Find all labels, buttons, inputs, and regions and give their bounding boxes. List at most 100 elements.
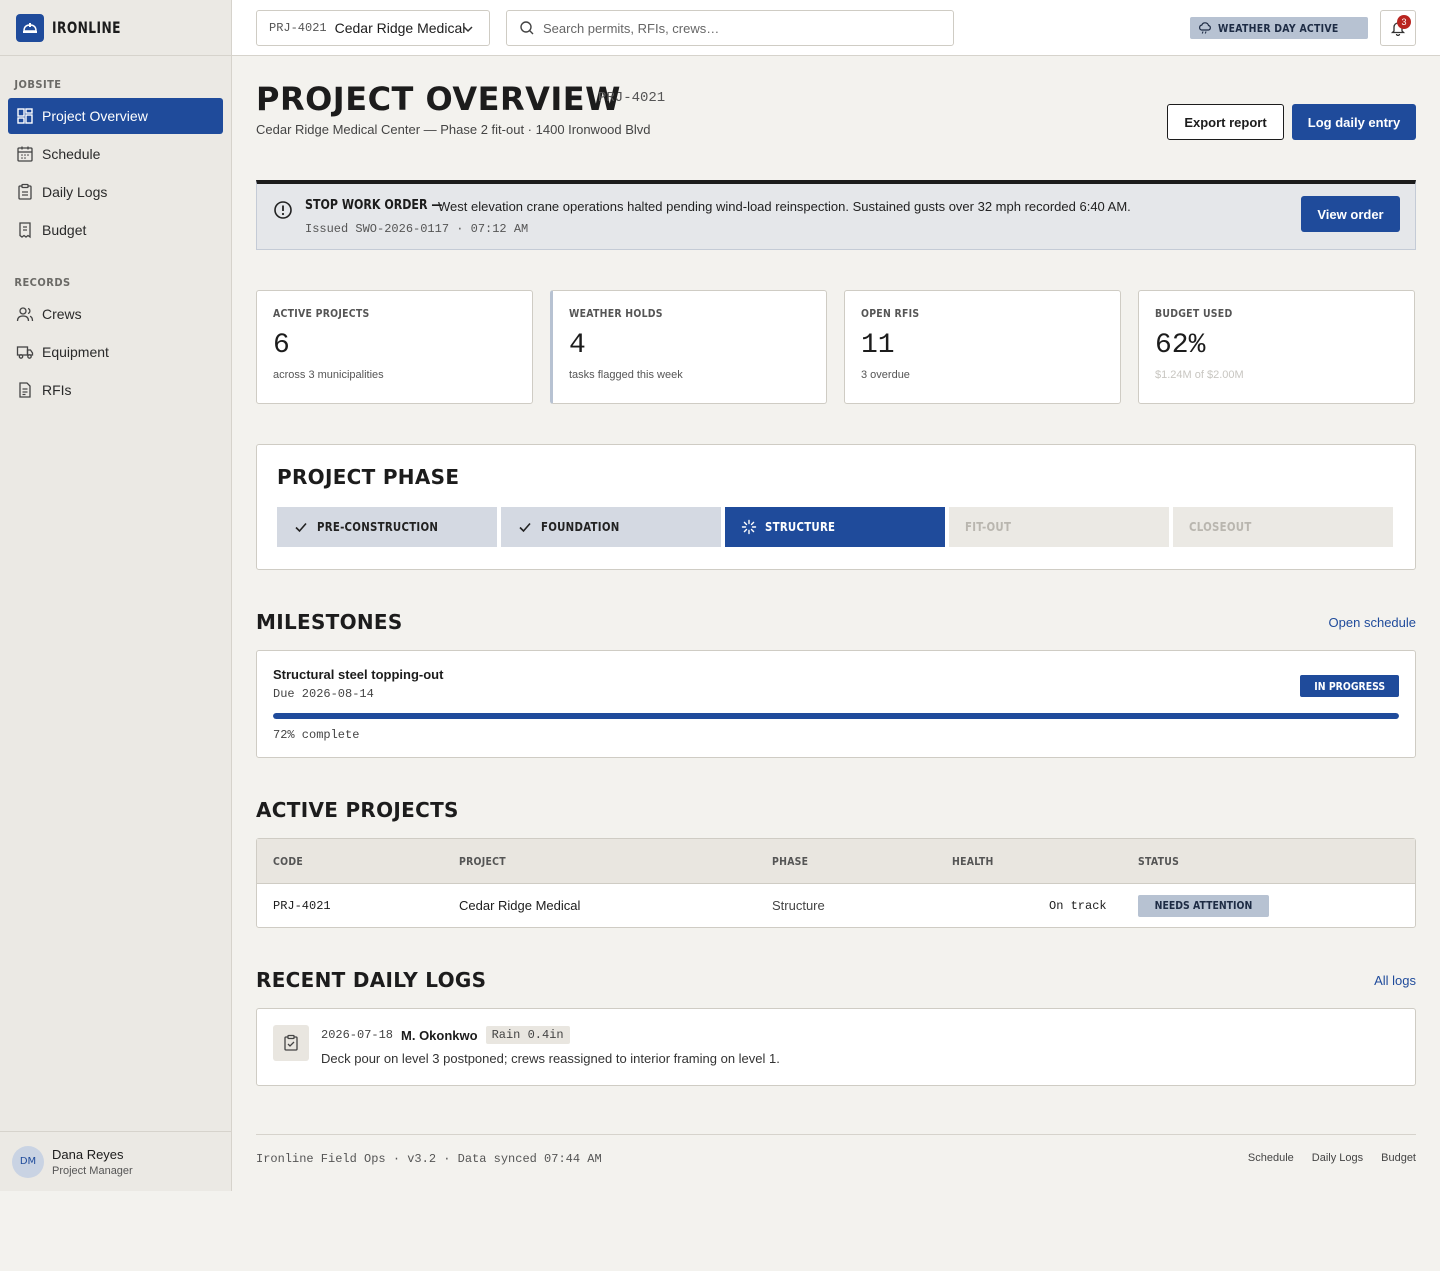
weather-day-label: WEATHER DAY ACTIVE <box>1218 21 1339 35</box>
project-selector[interactable]: PRJ-4021 Cedar Ridge Medical <box>256 10 490 46</box>
active-projects-table: CODE PROJECT PHASE HEALTH STATUS PRJ-402… <box>256 838 1416 928</box>
stat-value: 4 <box>569 330 586 361</box>
milestone-status-label: IN PROGRESS <box>1313 679 1385 693</box>
table-row[interactable]: PRJ-4021 Cedar Ridge Medical Structure O… <box>257 884 1415 927</box>
alert-title: STOP WORK ORDER — <box>305 198 443 213</box>
log-date: 2026-07-18 <box>321 1028 394 1042</box>
log-daily-entry-button[interactable]: Log daily entry <box>1292 104 1416 140</box>
phase-label: FOUNDATION <box>541 520 620 534</box>
sidebar-item-label: Project Overview <box>42 108 148 124</box>
open-schedule-link[interactable]: Open schedule <box>1329 615 1416 630</box>
page-title: PROJECT OVERVIEW <box>256 80 621 118</box>
milestones-header: MILESTONES Open schedule <box>256 610 1416 636</box>
alert-text: West elevation crane operations halted p… <box>438 199 1131 214</box>
project-phase-title: PROJECT PHASE <box>277 465 460 489</box>
phase-label: CLOSEOUT <box>1189 520 1252 534</box>
active-projects-title: ACTIVE PROJECTS <box>256 798 459 822</box>
view-order-button[interactable]: View order <box>1301 196 1400 232</box>
alert-meta: Issued SWO-2026-0117 · 07:12 AM <box>305 222 529 236</box>
cell-health: On track <box>1049 898 1107 913</box>
milestone-due: Due 2026-08-14 <box>273 687 374 701</box>
truck-icon <box>16 346 34 359</box>
stat-card-budget-used[interactable]: BUDGET USED 62% $1.24M of $2.00M <box>1138 290 1415 404</box>
footer-link-budget[interactable]: Budget <box>1381 1152 1416 1164</box>
notifications-button[interactable]: 3 <box>1380 10 1416 46</box>
sidebar-item-schedule[interactable]: Schedule <box>8 136 223 172</box>
users-icon <box>16 307 34 322</box>
table-header: CODE PROJECT PHASE HEALTH STATUS <box>257 839 1415 884</box>
all-logs-link[interactable]: All logs <box>1374 973 1416 988</box>
footer-text: Ironline Field Ops · v3.2 · Data synced … <box>256 1152 602 1166</box>
topbar: PRJ-4021 Cedar Ridge Medical WEATHER DAY… <box>232 0 1440 56</box>
active-projects-header: ACTIVE PROJECTS <box>256 798 1416 824</box>
sidebar-item-label: Schedule <box>42 146 101 162</box>
page-subtitle: Cedar Ridge Medical Center — Phase 2 fit… <box>256 122 651 137</box>
milestone-progress-fill <box>273 713 1399 719</box>
project-phase-card: PROJECT PHASE PRE-CONSTRUCTION FOUNDATIO… <box>256 444 1416 570</box>
project-selector-name: Cedar Ridge Medical <box>334 20 466 36</box>
cell-code: PRJ-4021 <box>273 898 331 913</box>
log-author: M. Okonkwo <box>401 1027 478 1043</box>
phase-step-pre-construction[interactable]: PRE-CONSTRUCTION <box>277 507 497 547</box>
column-header-project[interactable]: PROJECT <box>459 839 514 883</box>
search-input[interactable] <box>543 20 923 36</box>
milestone-progress-track <box>273 713 1399 719</box>
daily-logs-title: RECENT DAILY LOGS <box>256 968 487 992</box>
phase-stepper: PRE-CONSTRUCTION FOUNDATION STRUCTURE FI… <box>277 507 1395 547</box>
main-content: PROJECT OVERVIEW PRJ-4021 Cedar Ridge Me… <box>256 56 1416 1086</box>
stat-card-weather-holds[interactable]: WEATHER HOLDS 4 tasks flagged this week <box>550 290 827 404</box>
dashboard-icon <box>17 108 33 124</box>
phase-step-fit-out[interactable]: FIT-OUT <box>949 507 1169 547</box>
column-header-health[interactable]: HEALTH <box>952 839 1001 883</box>
stat-note: 3 overdue <box>861 369 910 381</box>
sidebar-item-crews[interactable]: Crews <box>8 296 223 332</box>
hardhat-logo-icon <box>16 13 44 42</box>
stat-card-open-rfis[interactable]: OPEN RFIS 11 3 overdue <box>844 290 1121 404</box>
page-project-code: PRJ-4021 <box>598 90 666 106</box>
sidebar-item-label: Daily Logs <box>42 184 108 200</box>
brand[interactable]: IRONLINE <box>0 0 231 56</box>
search-icon <box>520 21 534 35</box>
sidebar-item-label: Budget <box>42 222 87 238</box>
column-header-status[interactable]: STATUS <box>1138 839 1186 883</box>
check-icon <box>295 522 307 533</box>
sidebar-item-project-overview[interactable]: Project Overview <box>8 98 223 134</box>
milestone-card[interactable]: Structural steel topping-out Due 2026-08… <box>256 650 1416 758</box>
weather-day-badge: WEATHER DAY ACTIVE <box>1190 17 1368 39</box>
receipt-icon <box>19 222 31 239</box>
export-report-button[interactable]: Export report <box>1167 104 1284 140</box>
user-profile[interactable]: DM Dana Reyes Project Manager <box>0 1131 231 1191</box>
page-header: PROJECT OVERVIEW PRJ-4021 Cedar Ridge Me… <box>256 56 1416 180</box>
stat-note: $1.24M of $2.00M <box>1155 369 1244 381</box>
log-text: Deck pour on level 3 postponed; crews re… <box>321 1051 780 1066</box>
stat-value: 6 <box>273 330 290 361</box>
phase-label: STRUCTURE <box>765 520 836 534</box>
calendar-icon <box>17 146 33 162</box>
sidebar-item-rfis[interactable]: RFIs <box>8 372 223 408</box>
phase-step-closeout[interactable]: CLOSEOUT <box>1173 507 1393 547</box>
log-entry[interactable]: 2026-07-18 M. Okonkwo Rain 0.4in Deck po… <box>256 1008 1416 1086</box>
status-badge: NEEDS ATTENTION <box>1138 894 1269 917</box>
footer-link-daily-logs[interactable]: Daily Logs <box>1312 1152 1363 1164</box>
milestone-progress-text: 72% complete <box>273 728 360 742</box>
column-header-phase[interactable]: PHASE <box>772 839 815 883</box>
cell-phase: Structure <box>772 898 825 913</box>
sidebar-item-equipment[interactable]: Equipment <box>8 334 223 370</box>
column-header-code[interactable]: CODE <box>273 839 308 883</box>
stat-note: tasks flagged this week <box>569 369 683 381</box>
chevron-down-icon <box>463 26 473 33</box>
phase-step-structure[interactable]: STRUCTURE <box>725 507 945 547</box>
stop-work-alert: STOP WORK ORDER — West elevation crane o… <box>256 180 1416 250</box>
footer-link-schedule[interactable]: Schedule <box>1248 1152 1294 1164</box>
phase-step-foundation[interactable]: FOUNDATION <box>501 507 721 547</box>
sidebar-item-daily-logs[interactable]: Daily Logs <box>8 174 223 210</box>
avatar: DM <box>12 1145 44 1178</box>
stats-row: ACTIVE PROJECTS 6 across 3 municipalitie… <box>256 290 1416 404</box>
user-role: Project Manager <box>52 1164 133 1177</box>
search-box[interactable] <box>506 10 954 46</box>
stat-card-active-projects[interactable]: ACTIVE PROJECTS 6 across 3 municipalitie… <box>256 290 533 404</box>
phase-label: PRE-CONSTRUCTION <box>317 520 439 534</box>
user-name: Dana Reyes <box>52 1146 124 1162</box>
milestone-name: Structural steel topping-out <box>273 667 444 682</box>
sidebar-item-budget[interactable]: Budget <box>8 212 223 248</box>
